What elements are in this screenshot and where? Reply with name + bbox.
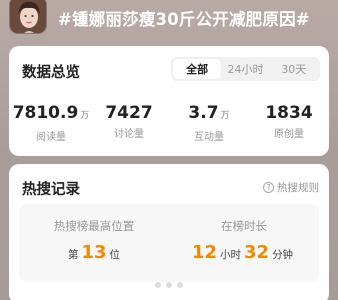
stat-value: 7810.9 万 [12, 103, 90, 123]
duration: 在榜时长 12 小时 32 分钟 [169, 204, 319, 263]
page-dot [177, 282, 183, 288]
rank-number: 13 [81, 242, 107, 263]
time-range-tabs: 全部 24小时 30天 [171, 57, 320, 81]
avatar-image [10, 0, 46, 33]
hot-record-card: 热搜记录 ? 热搜规则 热搜榜最高位置 第 13 位 在榜时长 12 小时 32 分钟 [9, 164, 329, 300]
rank-suffix: 位 [109, 249, 121, 261]
hot-rules-link[interactable]: ? 热搜规则 [263, 180, 319, 195]
hot-record-box: 热搜榜最高位置 第 13 位 在榜时长 12 小时 32 分钟 [19, 204, 319, 282]
duration-hours: 12 [191, 242, 217, 263]
duration-minutes: 32 [244, 242, 270, 263]
stats-row: 7810.9 万 阅读量 7427 讨论量 3.7 万 互动量 1834 原创量 [9, 102, 329, 143]
tab-all[interactable]: 全部 [173, 59, 222, 79]
stat-label: 原创量 [274, 129, 304, 140]
stat-label: 阅读量 [36, 132, 66, 143]
duration-value: 12 小时 32 分钟 [169, 242, 319, 263]
stat-unit: 万 [80, 111, 90, 121]
stat-originals: 1834 原创量 [249, 102, 329, 140]
page-dot [155, 282, 161, 288]
data-overview-card: 数据总览 全部 24小时 30天 7810.9 万 阅读量 7427 讨论量 3.… [9, 46, 329, 156]
topic-title: #锺娜丽莎瘦30斤公开减肥原因# [58, 10, 310, 29]
duration-label: 在榜时长 [221, 219, 267, 233]
stat-value: 1834 [265, 103, 313, 123]
page-dot [166, 282, 172, 288]
stat-interactions: 3.7 万 互动量 [169, 102, 249, 143]
stat-label: 互动量 [194, 132, 224, 143]
rank-prefix: 第 [67, 249, 79, 261]
topic-header: #锺娜丽莎瘦30斤公开减肥原因# [0, 0, 338, 40]
stat-value: 7427 [105, 103, 153, 123]
stat-unit: 万 [220, 111, 230, 121]
hot-rules-label: 热搜规则 [277, 182, 319, 194]
stat-discussions: 7427 讨论量 [89, 102, 169, 140]
duration-hours-unit: 小时 [220, 249, 241, 261]
duration-minutes-unit: 分钟 [272, 249, 294, 261]
highest-rank: 热搜榜最高位置 第 13 位 [19, 204, 169, 263]
page-indicator [0, 282, 338, 288]
question-icon: ? [263, 182, 274, 193]
hot-record-title: 热搜记录 [22, 182, 80, 198]
tab-30d[interactable]: 30天 [270, 59, 318, 79]
stat-reads: 7810.9 万 阅读量 [11, 102, 91, 143]
stat-value: 3.7 万 [188, 103, 230, 123]
avatar[interactable] [9, 0, 47, 34]
stat-label: 讨论量 [114, 129, 144, 140]
highest-rank-label: 热搜榜最高位置 [53, 219, 135, 233]
tab-24h[interactable]: 24小时 [221, 59, 269, 79]
overview-title: 数据总览 [22, 65, 80, 81]
highest-rank-value: 第 13 位 [19, 242, 169, 263]
